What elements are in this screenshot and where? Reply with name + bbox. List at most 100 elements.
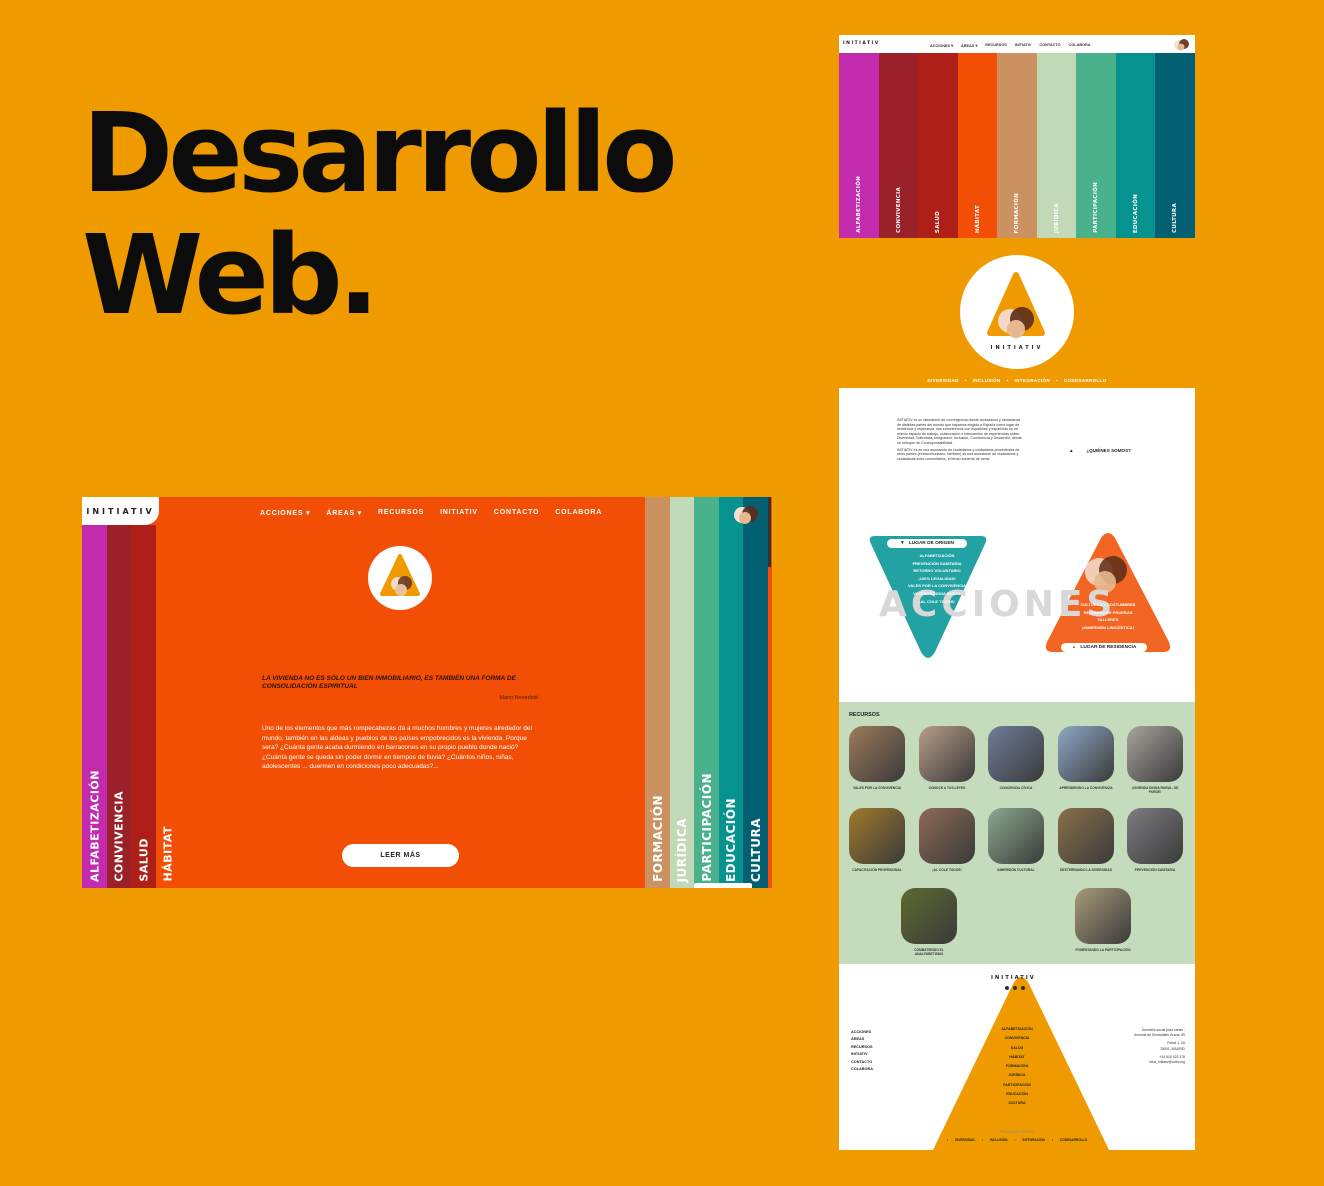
area-label: JURÍDICA (675, 817, 689, 882)
resource-card[interactable]: INMERSIÓN CULTURAL (988, 808, 1044, 872)
footer-area-formacion[interactable]: FORMACIÓN (975, 1062, 1059, 1071)
residence-pill[interactable]: ▲ LUGAR DE RESIDENCIA (1061, 643, 1147, 652)
area-label: PARTICIPACIÓN (1093, 182, 1099, 233)
value-inclusion[interactable]: INCLUSIÓN (973, 378, 1001, 383)
area-column-juridica[interactable]: JURÍDICA (669, 497, 695, 888)
origin-pill[interactable]: ▼ LUGAR DE ORIGEN (887, 539, 967, 548)
origin-action-prevencion-sanitaria[interactable]: PREVENCIÓN SANITARIA (895, 560, 979, 568)
footer-area-cultura[interactable]: CULTURA (975, 1099, 1059, 1108)
origin-action-vivienda-digna-rural[interactable]: VIVIENDA DIGNA RURAL (895, 590, 979, 598)
area-column-cultura[interactable]: CULTURA (1155, 53, 1195, 238)
area-column-cultura[interactable]: CULTURA (743, 497, 768, 888)
footer-link-initiativ[interactable]: INITIATIV (851, 1051, 873, 1058)
area-column-convivencia[interactable]: CONVIVENCIA (106, 525, 132, 888)
resource-card[interactable]: FOMENTANDO LA PARTICIPACIÓN (1075, 888, 1131, 952)
desktop-mockup: INITIATIV ALFABETIZACIÓN CONVIVENCIA SALUD… (82, 497, 772, 888)
origin-action-alfabetizacion[interactable]: ALFABETIZACIÓN (895, 552, 979, 560)
nav-item-colabora[interactable]: COLABORA (555, 509, 602, 517)
nav-item-acciones[interactable]: ACCIONES ▾ (260, 509, 310, 517)
resource-card[interactable]: PREVENCIÓN SANITARIA (1127, 808, 1183, 872)
footer-value-codesarrollo[interactable]: CODESARROLLO (1060, 1138, 1087, 1142)
footer-area-convivencia[interactable]: CONVIVENCIA (975, 1034, 1059, 1043)
nav-item-areas[interactable]: ÁREAS ▾ (961, 43, 977, 48)
footer-area-salud[interactable]: SALUD (975, 1044, 1059, 1053)
footer-link-contacto[interactable]: CONTACTO (851, 1059, 873, 1066)
area-column-educacion[interactable]: EDUCACIÓN (1115, 53, 1156, 238)
area-column-habitat[interactable]: HÁBITAT (155, 525, 181, 888)
area-column-salud[interactable]: SALUD (918, 53, 958, 238)
nav-item-colabora[interactable]: COLABORA (1069, 43, 1091, 48)
read-more-button[interactable]: LEER MÁS (342, 844, 459, 867)
origin-action-100-legalidad[interactable]: ¡100% LEGALIDAD! (895, 575, 979, 583)
area-column-formacion[interactable]: FORMACIÓN (645, 497, 670, 888)
area-column-formacion[interactable]: FORMACIÓN (997, 53, 1037, 238)
area-label: CULTURA (1172, 203, 1178, 233)
origin-action-al-cole-todos[interactable]: ¡AL COLE TODOS! (895, 598, 979, 606)
resource-image (919, 808, 975, 864)
who-are-we-link[interactable]: ▲ ¿QUIÉNES SOMOS? (1069, 448, 1131, 453)
value-diversidad[interactable]: DIVERSIDAD (927, 378, 958, 383)
avatar-group-icon[interactable] (732, 503, 762, 525)
footer-link-areas[interactable]: ÁREAS (851, 1036, 873, 1043)
footer-area-habitat[interactable]: HÁBITAT (975, 1053, 1059, 1062)
footer-link-colabora[interactable]: COLABORA (851, 1066, 873, 1073)
resource-card[interactable]: VALES POR LA CONVIVENCIA (849, 726, 905, 790)
area-column-alfabetizacion[interactable]: ALFABETIZACIÓN (839, 53, 879, 238)
nav-item-contacto[interactable]: CONTACTO (494, 509, 539, 517)
resource-card[interactable]: DESTERRANDO LA DIVERSIDAD (1058, 808, 1114, 872)
nav-item-initiativ[interactable]: INITIATIV (1015, 43, 1032, 48)
resource-card[interactable]: CONCIENCIA CÍVICA (988, 726, 1044, 790)
residence-action-inmersion-linguistica[interactable]: ¡INMERSIÓN LINGÜÍSTICA! (1067, 624, 1149, 632)
area-column-educacion[interactable]: EDUCACIÓN (718, 497, 744, 888)
youtube-icon[interactable] (1021, 986, 1025, 990)
area-column-juridica[interactable]: JURÍDICA (1036, 53, 1077, 238)
footer-area-educacion[interactable]: EDUCACIÓN (975, 1090, 1059, 1099)
residence-action-talleres[interactable]: TALLERES (1067, 616, 1149, 624)
area-column-convivencia[interactable]: CONVIVENCIA (878, 53, 919, 238)
origin-action-vales-por-la-convivencia[interactable]: VALES POR LA CONVIVENCIA (895, 582, 979, 590)
avatar-group-icon[interactable] (1173, 38, 1191, 51)
footer-value-diversidad[interactable]: DIVERSIDAD (955, 1138, 975, 1142)
resource-card[interactable]: ¡VIVIENDA DIGNA RURAL, SE PUEDE! (1127, 726, 1183, 794)
footer-link-recursos[interactable]: RECURSOS (851, 1044, 873, 1051)
area-column-participacion[interactable]: PARTICIPACIÓN (694, 497, 719, 888)
intro-paragraph-1: INITIATIV es un laboratorio de convergen… (897, 418, 1022, 445)
resource-card[interactable]: CAPACITACIÓN PROFESIONAL (849, 808, 905, 872)
value-integracion[interactable]: INTEGRACIÓN (1015, 378, 1050, 383)
nav-item-recursos[interactable]: RECURSOS (378, 509, 424, 517)
quote: LA VIVIENDA NO ES SÓLO UN BIEN INMOBILIA… (262, 675, 516, 690)
value-codesarrollo[interactable]: CODESARROLLO (1064, 378, 1107, 383)
footer-area-juridica[interactable]: JURÍDICA (975, 1071, 1059, 1080)
origin-action-retorno-voluntario[interactable]: RETORNO VOLUNTARIO (895, 567, 979, 575)
area-column-participacion[interactable]: PARTICIPACIÓN (1076, 53, 1116, 238)
resource-card[interactable]: COMBATIENDO EL ANALFABETISMO (901, 888, 957, 956)
footer-area-participacion[interactable]: PARTICIPACIÓN (975, 1081, 1059, 1090)
residence-action-culturas-y-costumbres[interactable]: CULTURAS Y COSTUMBRES (1067, 601, 1149, 609)
nav-item-initiativ[interactable]: INITIATIV (440, 509, 478, 517)
instagram-icon[interactable] (1013, 986, 1017, 990)
area-column-habitat[interactable]: HÁBITAT (957, 53, 998, 238)
nav-item-contacto[interactable]: CONTACTO (1039, 43, 1060, 48)
footer: INITIATIV ACCIONES ÁREAS RECURSOS INITIATIV… (839, 964, 1195, 1150)
nav-item-recursos[interactable]: RECURSOS (985, 43, 1007, 48)
area-column-salud[interactable]: SALUD (131, 525, 156, 888)
facebook-icon[interactable] (1005, 986, 1009, 990)
footer-logo[interactable]: INITIATIV (991, 975, 1036, 981)
nav-item-acciones[interactable]: ACCIONES ▾ (930, 43, 953, 48)
resource-card[interactable]: ¡AL COLE TODOS! (919, 808, 975, 872)
footer-legal: PRIVACIDAD CEIKIES (839, 1130, 1195, 1134)
footer-value-integracion[interactable]: INTEGRACIÓN (1023, 1138, 1045, 1142)
resource-card[interactable]: CONOCE A TUS LEYES (919, 726, 975, 790)
logo[interactable]: INITIATIV (843, 41, 880, 46)
cookies-link[interactable]: CEIKIES (1021, 1130, 1034, 1134)
residence-action-recogida-de-pruebas[interactable]: RECOGIDA DE PRUEBAS (1067, 609, 1149, 617)
footer-area-alfabetizacion[interactable]: ALFABETIZACIÓN (975, 1025, 1059, 1034)
footer-value-inclusion[interactable]: INCLUSIÓN (990, 1138, 1008, 1142)
logo-tab[interactable]: INITIATIV (82, 497, 159, 525)
footer-link-acciones[interactable]: ACCIONES (851, 1029, 873, 1036)
resource-card[interactable]: APRENDIENDO LA CONVIVENCIA (1058, 726, 1114, 790)
scrollbar[interactable] (768, 497, 771, 567)
privacy-link[interactable]: PRIVACIDAD (1000, 1130, 1020, 1134)
nav-item-areas[interactable]: ÁREAS ▾ (326, 509, 362, 517)
area-column-alfabetizacion[interactable]: ALFABETIZACIÓN (82, 525, 107, 888)
